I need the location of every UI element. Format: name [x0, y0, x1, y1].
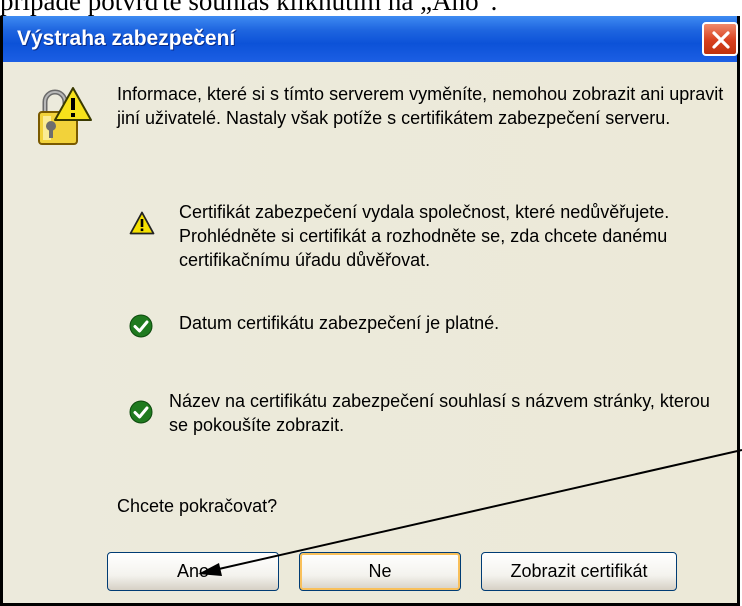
view-certificate-button[interactable]: Zobrazit certifikát — [481, 552, 677, 591]
certificate-name-match-text: Název na certifikátu zabezpečení souhlas… — [169, 391, 710, 435]
continue-question: Chcete pokračovat? — [117, 496, 278, 516]
certificate-date-valid-text: Datum certifikátu zabezpečení je platné. — [179, 313, 500, 333]
security-lock-warning-icon — [38, 87, 92, 145]
dialog-body: Informace, které si s tímto serverem vym… — [3, 62, 737, 603]
no-button[interactable]: Ne — [299, 552, 461, 591]
check-icon — [129, 314, 153, 338]
check-icon — [129, 400, 153, 424]
dialog-title: Výstraha zabezpečení — [17, 27, 236, 50]
close-icon — [712, 31, 730, 49]
certificate-issuer-warning-text: Certifikát zabezpečení vydala společnost… — [179, 202, 670, 270]
title-bar: Výstraha zabezpečení — [3, 16, 738, 63]
security-alert-dialog: Výstraha zabezpečení Informace, které si… — [0, 16, 740, 606]
warning-icon — [129, 211, 155, 235]
yes-button[interactable]: Ano — [107, 552, 279, 591]
close-button[interactable] — [702, 22, 738, 56]
intro-text: Informace, které si s tímto serverem vym… — [117, 84, 724, 128]
document-text-fragment: případě potvrďte souhlas kliknutím na „A… — [0, 0, 498, 16]
